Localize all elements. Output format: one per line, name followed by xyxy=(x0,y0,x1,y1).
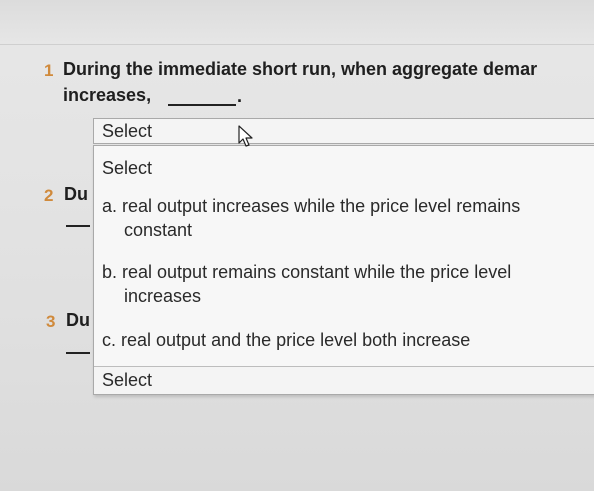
answer-blank-3 xyxy=(66,352,90,354)
option-a-label-line1: a. real output increases while the price… xyxy=(102,196,521,216)
option-b-label-line2: increases xyxy=(124,286,202,306)
dropdown-option-select-label: Select xyxy=(102,158,153,178)
question-number-1: 1 xyxy=(44,61,54,80)
question-3-text: Du xyxy=(66,310,90,330)
question-1-text-line1: During the immediate short run, when agg… xyxy=(63,59,538,79)
page-header-band xyxy=(0,0,594,45)
question-2-text: Du xyxy=(64,184,88,204)
option-a-label-line2: constant xyxy=(124,220,193,240)
answer-select[interactable]: Select xyxy=(93,118,594,144)
dropdown-option-a[interactable]: a. real output increases while the price… xyxy=(102,194,520,242)
answer-dropdown-list: Select a. real output increases while th… xyxy=(93,145,594,395)
dropdown-option-b[interactable]: b. real output remains constant while th… xyxy=(102,260,511,308)
question-1-period: . xyxy=(237,86,243,106)
answer-blank-2 xyxy=(66,225,90,227)
option-c-label: c. real output and the price level both … xyxy=(102,330,471,350)
arrow-pointer-icon xyxy=(238,125,253,147)
dropdown-footer-select[interactable]: Select xyxy=(94,366,594,394)
dropdown-option-select[interactable]: Select xyxy=(102,156,152,180)
question-1-text-line2: increases, xyxy=(63,85,152,105)
option-b-label-line1: b. real output remains constant while th… xyxy=(102,262,512,282)
dropdown-option-c[interactable]: c. real output and the price level both … xyxy=(102,328,470,352)
dropdown-footer-label: Select xyxy=(102,370,153,390)
answer-select-value: Select xyxy=(102,121,153,141)
answer-blank-1 xyxy=(168,104,236,106)
question-number-3: 3 xyxy=(46,312,56,331)
question-number-2: 2 xyxy=(44,186,54,205)
